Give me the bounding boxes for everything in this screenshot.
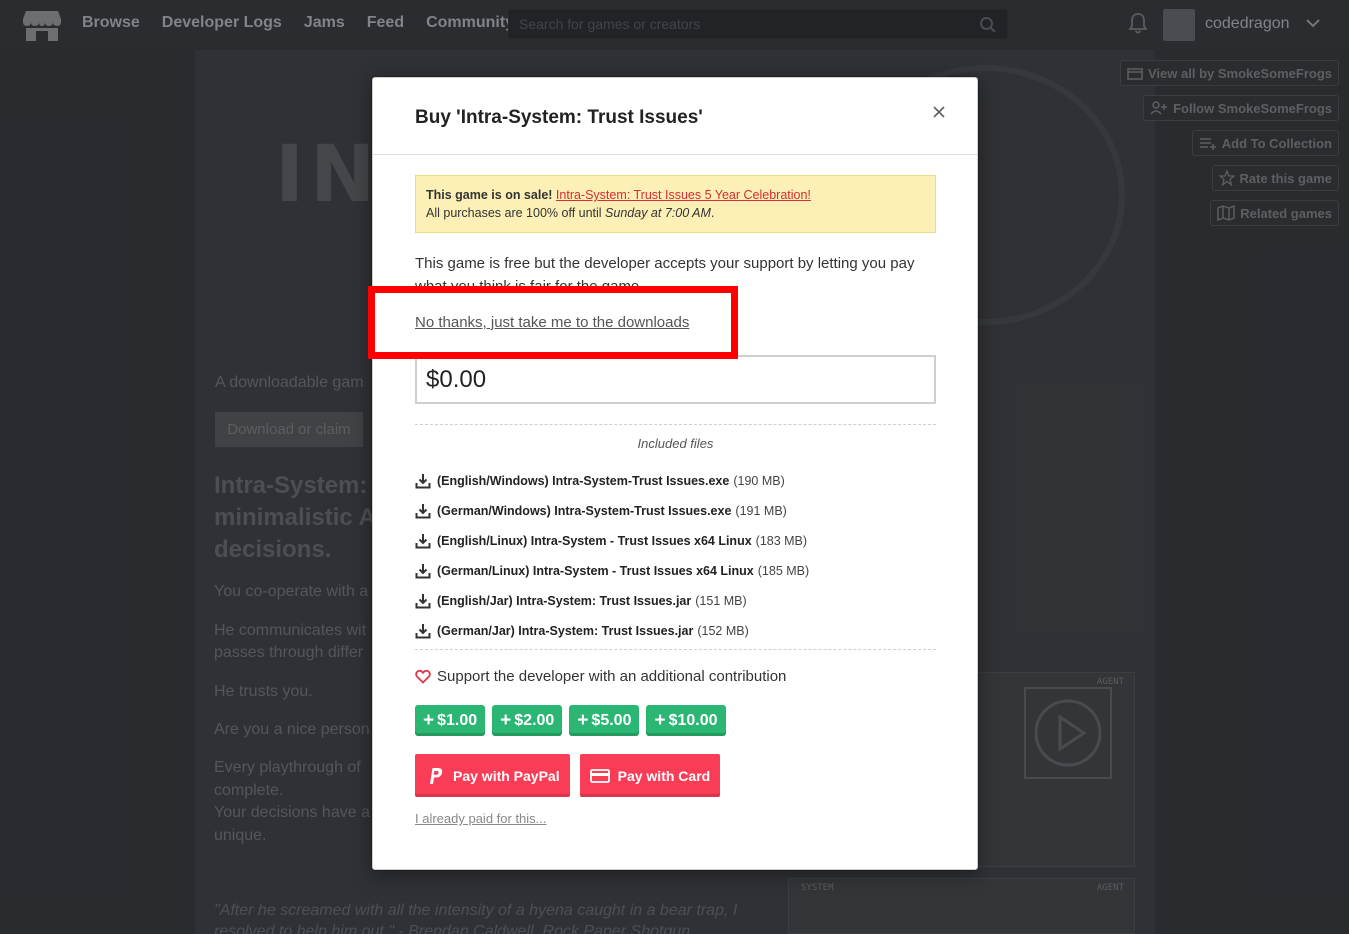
file-size: (190 MB): [733, 474, 785, 488]
sale-terms-end: .: [710, 206, 715, 220]
free-game-description: This game is free but the developer acce…: [415, 255, 915, 288]
download-icon: [415, 534, 431, 549]
file-name: (English/Windows) Intra-System-Trust Iss…: [437, 474, 730, 488]
file-size: (183 MB): [755, 534, 808, 548]
tip-amount: $5.00: [591, 711, 632, 729]
sale-notice: This game is on sale! Intra-System: Trus…: [415, 175, 936, 233]
modal-title: Buy 'Intra-System: Trust Issues': [415, 107, 703, 128]
modal-header: Buy 'Intra-System: Trust Issues': [373, 78, 977, 155]
file-size: (151 MB): [695, 594, 747, 608]
tip-5-button[interactable]: + $5.00: [569, 705, 640, 736]
heart-icon: [415, 669, 431, 684]
plus-icon: +: [500, 709, 512, 731]
pay-with-paypal-button[interactable]: Pay with PayPal: [415, 754, 570, 797]
file-size: (152 MB): [697, 624, 749, 638]
sale-lead: This game is on sale!: [426, 188, 553, 202]
download-icon: [415, 624, 431, 639]
file-name: (German/Linux) Intra-System - Trust Issu…: [437, 564, 754, 578]
file-name: (German/Jar) Intra-System: Trust Issues.…: [437, 624, 694, 638]
price-input[interactable]: [417, 357, 934, 402]
sale-end-time: Sunday at 7:00 AM: [605, 206, 711, 220]
price-field: [415, 355, 936, 404]
tip-buttons: + $1.00 + $2.00 + $5.00 + $10.00: [415, 705, 726, 736]
buy-modal: Buy 'Intra-System: Trust Issues' This ga…: [372, 77, 978, 870]
download-icon: [415, 594, 431, 609]
file-size: (185 MB): [757, 564, 810, 578]
included-files-label: Included files: [637, 436, 714, 451]
tip-amount: $2.00: [514, 711, 555, 729]
file-row: (English/Windows) Intra-System-Trust Iss…: [415, 466, 936, 496]
tip-10-button[interactable]: + $10.00: [646, 705, 726, 736]
payment-buttons: Pay with PayPal Pay with Card: [415, 754, 721, 797]
tip-1-button[interactable]: + $1.00: [415, 705, 486, 736]
included-files-list: (English/Windows) Intra-System-Trust Iss…: [415, 466, 936, 646]
file-row: (German/Jar) Intra-System: Trust Issues.…: [415, 616, 936, 646]
sale-terms: All purchases are 100% off until: [426, 206, 606, 220]
file-row: (German/Windows) Intra-System-Trust Issu…: [415, 496, 936, 526]
card-label: Pay with Card: [617, 767, 711, 784]
divider: [415, 649, 936, 650]
download-icon: [415, 474, 431, 489]
tip-amount: $1.00: [437, 711, 478, 729]
file-size: (191 MB): [735, 504, 787, 518]
file-name: (German/Windows) Intra-System-Trust Issu…: [437, 504, 732, 518]
support-developer-row: Support the developer with an additional…: [415, 668, 786, 685]
sale-link[interactable]: Intra-System: Trust Issues 5 Year Celebr…: [556, 188, 811, 202]
tip-amount: $10.00: [668, 711, 718, 729]
plus-icon: +: [654, 709, 666, 731]
paypal-icon: [430, 767, 443, 784]
download-icon: [415, 564, 431, 579]
pay-with-card-button[interactable]: Pay with Card: [579, 754, 721, 797]
file-name: (English/Linux) Intra-System - Trust Iss…: [437, 534, 752, 548]
download-icon: [415, 504, 431, 519]
tip-2-button[interactable]: + $2.00: [492, 705, 563, 736]
paypal-label: Pay with PayPal: [453, 767, 560, 784]
file-row: (German/Linux) Intra-System - Trust Issu…: [415, 556, 936, 586]
support-text: Support the developer with an additional…: [437, 668, 787, 685]
close-icon[interactable]: [929, 102, 949, 122]
credit-card-icon: [589, 768, 610, 783]
file-row: (English/Jar) Intra-System: Trust Issues…: [415, 586, 936, 616]
divider: [415, 424, 936, 425]
already-paid-link[interactable]: I already paid for this...: [415, 811, 547, 826]
plus-icon: +: [423, 709, 435, 731]
file-name: (English/Jar) Intra-System: Trust Issues…: [437, 594, 692, 608]
highlight-box: [368, 286, 738, 359]
file-row: (English/Linux) Intra-System - Trust Iss…: [415, 526, 936, 556]
plus-icon: +: [577, 709, 589, 731]
